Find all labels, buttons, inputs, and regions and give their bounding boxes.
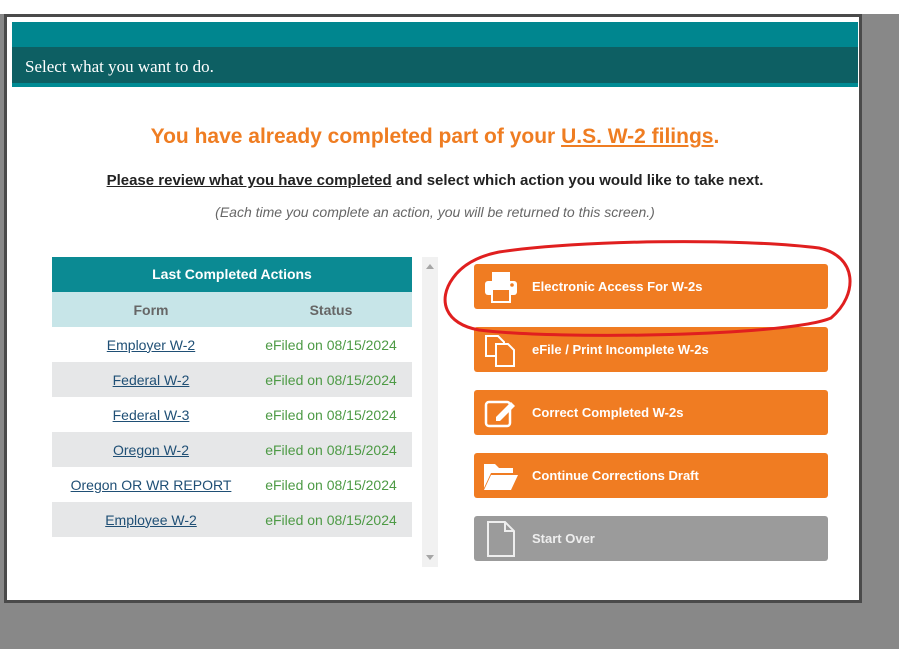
table-row: Federal W-2 eFiled on 08/15/2024 [52, 362, 412, 397]
button-label: Start Over [532, 531, 595, 546]
completed-actions-table: Last Completed Actions Form Status Emplo… [52, 257, 412, 537]
column-status: Status [309, 301, 353, 318]
dialog-title: Select what you want to do. [12, 47, 858, 87]
scroll-down-arrow-icon[interactable] [426, 555, 434, 560]
headline-suffix: . [713, 125, 720, 148]
continue-corrections-button[interactable]: Continue Corrections Draft [474, 453, 828, 498]
scroll-up-arrow-icon[interactable] [426, 264, 434, 269]
return-note: (Each time you complete an action, you w… [215, 204, 655, 220]
table-row: Oregon OR WR REPORT eFiled on 08/15/2024 [52, 467, 412, 502]
headline-text: You have already completed part of your [150, 125, 556, 148]
instruction-text: Please review what you have completed an… [12, 172, 858, 189]
column-form: Form [133, 301, 169, 318]
status-text: eFiled on 08/15/2024 [265, 476, 397, 493]
table-row: Oregon W-2 eFiled on 08/15/2024 [52, 432, 412, 467]
blank-document-icon [482, 520, 520, 558]
table-row: Employer W-2 eFiled on 08/15/2024 [52, 327, 412, 362]
correct-completed-button[interactable]: Correct Completed W-2s [474, 390, 828, 435]
table-scrollbar[interactable] [422, 257, 438, 567]
button-label: Correct Completed W-2s [532, 405, 684, 420]
table-column-headers: Form Status [52, 292, 412, 327]
table-row: Federal W-3 eFiled on 08/15/2024 [52, 397, 412, 432]
dialog-header-band [12, 22, 858, 47]
status-text: eFiled on 08/15/2024 [265, 336, 397, 353]
form-link[interactable]: Oregon OR WR REPORT [71, 477, 232, 493]
form-link[interactable]: Oregon W-2 [113, 442, 189, 458]
page-headline: You have already completed part of your … [12, 125, 858, 149]
table-row: Employee W-2 eFiled on 08/15/2024 [52, 502, 412, 537]
form-link[interactable]: Employer W-2 [107, 337, 195, 353]
review-completed-link[interactable]: Please review what you have completed [107, 172, 392, 189]
top-background [0, 0, 899, 14]
table-title: Last Completed Actions [52, 257, 412, 292]
edit-icon [482, 394, 520, 432]
form-link[interactable]: Employee W-2 [105, 512, 197, 528]
folder-open-icon [482, 457, 520, 495]
start-over-button[interactable]: Start Over [474, 516, 828, 561]
button-label: Continue Corrections Draft [532, 468, 699, 483]
status-text: eFiled on 08/15/2024 [265, 441, 397, 458]
instruction-rest: and select which action you would like t… [391, 172, 764, 189]
w2-filings-link[interactable]: U.S. W-2 filings [561, 125, 713, 148]
action-dialog: Select what you want to do. You have alr… [4, 14, 862, 603]
form-link[interactable]: Federal W-2 [113, 372, 190, 388]
button-label: eFile / Print Incomplete W-2s [532, 342, 709, 357]
form-link[interactable]: Federal W-3 [113, 407, 190, 423]
red-annotation-circle [443, 240, 852, 337]
status-text: eFiled on 08/15/2024 [265, 371, 397, 388]
status-text: eFiled on 08/15/2024 [265, 406, 397, 423]
status-text: eFiled on 08/15/2024 [265, 511, 397, 528]
